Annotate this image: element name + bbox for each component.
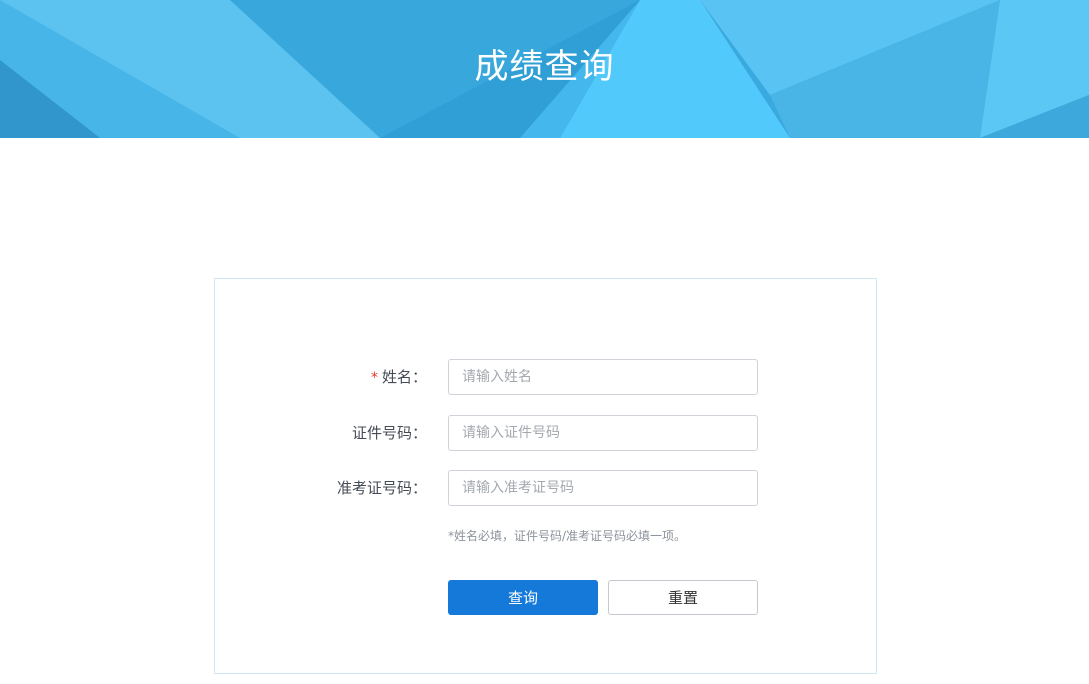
form-row-exam-number: 准考证号码： <box>215 470 878 506</box>
reset-button[interactable]: 重置 <box>608 580 758 615</box>
form-row-name: * 姓名： <box>215 359 878 395</box>
query-button[interactable]: 查询 <box>448 580 598 615</box>
name-input[interactable] <box>448 359 758 395</box>
page-title: 成绩查询 <box>474 47 615 87</box>
id-number-label: 证件号码： <box>351 424 427 442</box>
exam-number-label: 准考证号码： <box>336 479 427 497</box>
required-mark: * <box>370 370 378 386</box>
form-row-id-number: 证件号码： <box>215 415 878 451</box>
exam-number-input[interactable] <box>448 470 758 506</box>
header-banner: 成绩查询 <box>0 0 1089 138</box>
name-label-text: 姓名： <box>381 368 427 386</box>
query-form-card: *姓名： 证件号码： 准考证号码： *姓名必填，证件号码/准考证号码必填一项。 … <box>214 278 877 674</box>
name-label: * 姓名： <box>371 359 427 395</box>
id-number-input[interactable] <box>448 415 758 451</box>
form-hint: *姓名必填，证件号码/准考证号码必填一项。 <box>448 529 687 543</box>
